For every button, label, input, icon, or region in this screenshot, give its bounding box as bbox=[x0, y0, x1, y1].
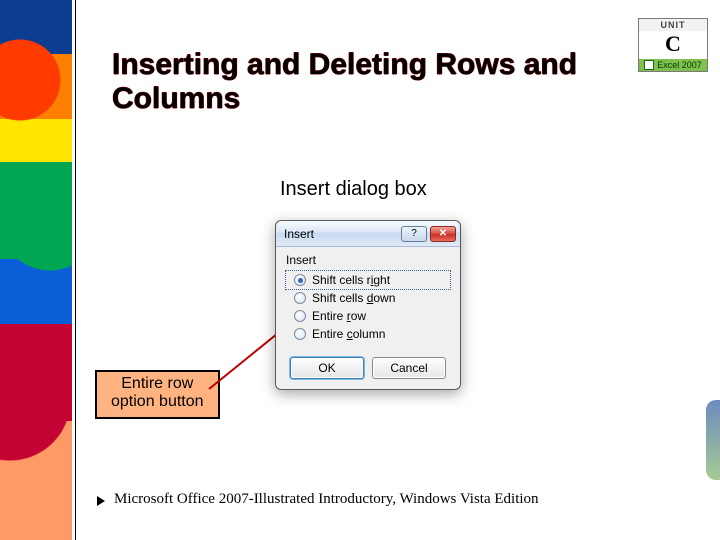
dialog-titlebar[interactable]: Insert ? ✕ bbox=[276, 221, 460, 247]
dialog-group-label: Insert bbox=[286, 253, 450, 267]
footer-text: Microsoft Office 2007-Illustrated Introd… bbox=[114, 491, 539, 508]
page-title: Inserting and Deleting Rows and Columns bbox=[112, 48, 632, 115]
radio-option[interactable]: Entire row bbox=[286, 307, 450, 325]
radio-indicator bbox=[294, 310, 306, 322]
cancel-button[interactable]: Cancel bbox=[372, 357, 446, 379]
vertical-rule bbox=[75, 0, 76, 540]
radio-label: Shift cells right bbox=[312, 273, 390, 287]
dialog-options: Shift cells right Shift cells down Entire … bbox=[286, 271, 450, 343]
close-button[interactable]: ✕ bbox=[430, 226, 456, 242]
close-icon: ✕ bbox=[439, 228, 447, 239]
excel-icon bbox=[644, 60, 654, 70]
radio-option[interactable]: Shift cells right bbox=[286, 271, 450, 289]
help-icon: ? bbox=[411, 228, 417, 239]
insert-dialog: Insert ? ✕ Insert Shift cells rightShift… bbox=[275, 220, 461, 390]
ok-button[interactable]: OK bbox=[290, 357, 364, 379]
radio-option[interactable]: Entire column bbox=[286, 325, 450, 343]
unit-badge-product-label: Excel 2007 bbox=[657, 60, 702, 70]
unit-badge-letter: C bbox=[639, 31, 707, 59]
dialog-actions: OK Cancel bbox=[276, 353, 460, 389]
dialog-body: Insert Shift cells right Shift cells down… bbox=[276, 247, 460, 353]
callout-line-2: option button bbox=[111, 393, 204, 411]
radio-label: Entire row bbox=[312, 309, 366, 323]
radio-indicator bbox=[294, 292, 306, 304]
radio-indicator bbox=[294, 274, 306, 286]
callout-entire-row: Entire row option button bbox=[95, 370, 220, 419]
decorative-art-stripe bbox=[0, 0, 72, 540]
decorative-art-blob bbox=[706, 400, 720, 480]
radio-label: Shift cells down bbox=[312, 291, 395, 305]
help-button[interactable]: ? bbox=[401, 226, 427, 242]
footer-marker-icon bbox=[96, 494, 106, 506]
radio-label: Entire column bbox=[312, 327, 385, 341]
radio-indicator bbox=[294, 328, 306, 340]
unit-badge-product: Excel 2007 bbox=[639, 59, 707, 71]
radio-option[interactable]: Shift cells down bbox=[286, 289, 450, 307]
callout-line-1: Entire row bbox=[121, 375, 193, 392]
dialog-title: Insert bbox=[284, 227, 401, 241]
figure-caption: Insert dialog box bbox=[280, 178, 427, 201]
unit-badge-top: UNIT bbox=[639, 19, 707, 31]
unit-badge: UNIT C Excel 2007 bbox=[638, 18, 708, 72]
